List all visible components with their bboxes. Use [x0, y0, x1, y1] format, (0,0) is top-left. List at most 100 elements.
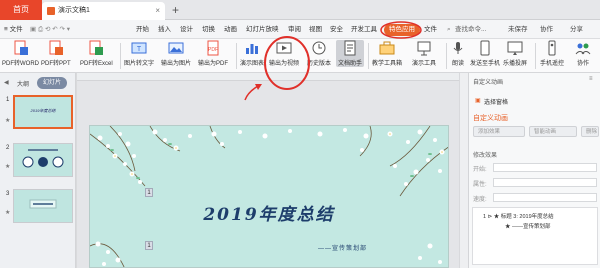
ribbon-label: 图片转文字 [124, 61, 155, 67]
ribbon-label: 输出为PDF [198, 61, 229, 67]
collaborate-button[interactable]: 协作 [540, 20, 553, 39]
document-tab-label: 演示文稿1 [58, 7, 90, 14]
svg-text:T: T [137, 46, 142, 53]
start-select[interactable] [493, 163, 597, 172]
teaching-toolbox-icon [379, 41, 395, 55]
panel-tabs: ◀ 大纲 幻灯片 [0, 77, 76, 89]
export-video-button[interactable]: 输出为视频 [269, 40, 299, 67]
pdf-to-word-icon [14, 40, 28, 55]
menu-file[interactable]: ≡ 文件 [4, 20, 23, 39]
pdf-to-word-button[interactable]: PDF转WORD [2, 40, 39, 67]
ribbon-label: 文档助手 [338, 61, 363, 67]
unsaved-status[interactable]: 未保存 [508, 20, 528, 39]
canvas-vertical-scrollbar[interactable] [459, 73, 468, 268]
export-image-icon [168, 42, 184, 54]
ribbon-label: 教学工具箱 [372, 61, 403, 67]
chart-button[interactable]: 演示图表 [240, 40, 264, 67]
slide-title-text[interactable]: 2019年度总结 [90, 200, 448, 225]
animation-list-item[interactable]: 1 ⊳ ★ 标题 3: 2019年度总结 [483, 212, 554, 220]
pdf-to-excel-button[interactable]: PDF转Excel [80, 40, 113, 67]
read-aloud-button[interactable]: 朗读 [450, 40, 466, 67]
speed-select[interactable] [493, 193, 597, 202]
property-select[interactable] [493, 178, 597, 187]
animation-list[interactable]: 1 ⊳ ★ 标题 3: 2019年度总结 ★ ——宣传策划部 [472, 207, 598, 265]
slide-thumbnail-3[interactable] [13, 189, 73, 223]
current-slide[interactable]: 2019年度总结 ——宣传策划部 [89, 125, 449, 268]
menu-item-review[interactable]: 审阅 [288, 20, 301, 39]
select-pane-link[interactable]: 选择窗格 [484, 97, 508, 106]
doc-assistant-icon [344, 40, 356, 56]
send-to-phone-button[interactable]: 发送至手机 [470, 40, 500, 67]
chart-icon [246, 44, 258, 54]
tab-slides[interactable]: 幻灯片 [37, 77, 67, 89]
share-button[interactable]: 分享 [570, 20, 583, 39]
remote-control-icon [548, 40, 556, 56]
menu-item-special-apps[interactable]: 特色应用 [384, 24, 420, 36]
slide-number: 2 [6, 145, 10, 151]
image-to-text-button[interactable]: T 图片转文字 [124, 40, 154, 67]
ribbon-divider [236, 43, 237, 69]
ribbon-toolbar: PDF转WORD PDF转PPT PDF转Excel T 图片转文字 输出为图片… [0, 39, 600, 73]
ribbon-label: 朗读 [451, 61, 464, 67]
delete-effect-button[interactable]: 删除 [581, 126, 599, 137]
animation-order-marker[interactable]: 1 [145, 241, 153, 250]
menu-item-slideshow[interactable]: 幻灯片放映 [246, 20, 279, 39]
menu-item-transition[interactable]: 切换 [202, 20, 215, 39]
image-to-text-icon: T [131, 42, 147, 54]
export-image-button[interactable]: 输出为图片 [161, 40, 191, 67]
ribbon-label: 协作 [576, 61, 589, 67]
animation-list-item[interactable]: ★ ——宣传策划部 [505, 222, 551, 230]
property-label: 属性: [473, 182, 487, 188]
close-tab-icon[interactable]: × [155, 2, 160, 20]
pdf-to-ppt-button[interactable]: PDF转PPT [41, 40, 71, 67]
read-aloud-icon [453, 42, 463, 54]
new-tab-button[interactable]: + [172, 2, 179, 18]
slide-thumbnail-1[interactable]: 2019年度总结 [13, 95, 73, 129]
ribbon-label: PDF转Excel [80, 61, 113, 67]
tab-outline[interactable]: 大纲 [17, 79, 29, 88]
smart-animation-button[interactable]: 智能动画 [529, 126, 577, 137]
animation-order-marker[interactable]: 1 [145, 188, 153, 197]
ribbon-label: PDF转PPT [41, 61, 71, 67]
slide-subtitle-text[interactable]: ——宣传策划部 [318, 243, 367, 252]
menu-item-view[interactable]: 视图 [309, 20, 322, 39]
ribbon-label: 历史版本 [307, 61, 332, 67]
menu-bar: ≡ 文件 ▣ ⎙ ⟲ ↶ ↷ ▾ 开始 插入 设计 切换 动画 幻灯片放映 审阅… [0, 20, 600, 39]
export-pdf-icon: PDF [207, 40, 219, 56]
menu-item-insert[interactable]: 插入 [158, 20, 171, 39]
remote-control-button[interactable]: 手机遥控 [540, 40, 564, 67]
presentation-tools-button[interactable]: 演示工具 [412, 40, 436, 67]
collapse-panel-icon[interactable]: ◀ [4, 79, 9, 86]
search-command-input[interactable]: 查找命令... [455, 20, 486, 39]
menu-item-developer[interactable]: 开发工具 [351, 20, 377, 39]
menu-item-start[interactable]: 开始 [136, 20, 149, 39]
ribbon-label: 输出为视频 [269, 61, 300, 67]
presentation-tools-icon [417, 41, 431, 56]
slide-thumbnail-2[interactable] [13, 143, 73, 177]
tab-home[interactable]: 首页 [0, 0, 42, 20]
slide-editing-canvas[interactable]: 2019年度总结 ——宣传策划部 1 1 [77, 73, 468, 268]
history-icon [312, 41, 326, 55]
history-version-button[interactable]: 历史版本 [307, 40, 331, 67]
speed-label: 速度: [473, 197, 487, 203]
menu-item-security[interactable]: 安全 [330, 20, 343, 39]
add-effect-button[interactable]: 添加效果 [473, 126, 525, 137]
menu-item-file2[interactable]: 文件 [424, 20, 437, 39]
ribbon-divider [368, 43, 369, 69]
teaching-toolbox-button[interactable]: 教学工具箱 [372, 40, 402, 67]
menu-item-design[interactable]: 设计 [180, 20, 193, 39]
quick-access-icons[interactable]: ▣ ⎙ ⟲ ↶ ↷ ▾ [30, 20, 70, 39]
collaborate-ribbon-button[interactable]: 协作 [575, 40, 591, 67]
tab-bar: 首页 演示文稿1 × + [0, 0, 600, 20]
doc-assistant-button[interactable]: 文档助手 [336, 40, 365, 67]
pane-options-icon[interactable]: ≡ [589, 76, 593, 82]
export-pdf-button[interactable]: PDF 输出为PDF [198, 40, 228, 67]
tab-document[interactable]: 演示文稿1 × [42, 2, 165, 20]
menu-item-animation[interactable]: 动画 [224, 20, 237, 39]
ribbon-label: PDF转WORD [2, 61, 39, 67]
ribbon-label: 手机遥控 [540, 61, 565, 67]
blossom-decoration [90, 126, 448, 267]
modify-effect-label: 修改效果 [473, 153, 498, 159]
cast-screen-button[interactable]: 乐播投屏 [503, 40, 527, 67]
animation-star-icon: ★ [5, 164, 11, 170]
